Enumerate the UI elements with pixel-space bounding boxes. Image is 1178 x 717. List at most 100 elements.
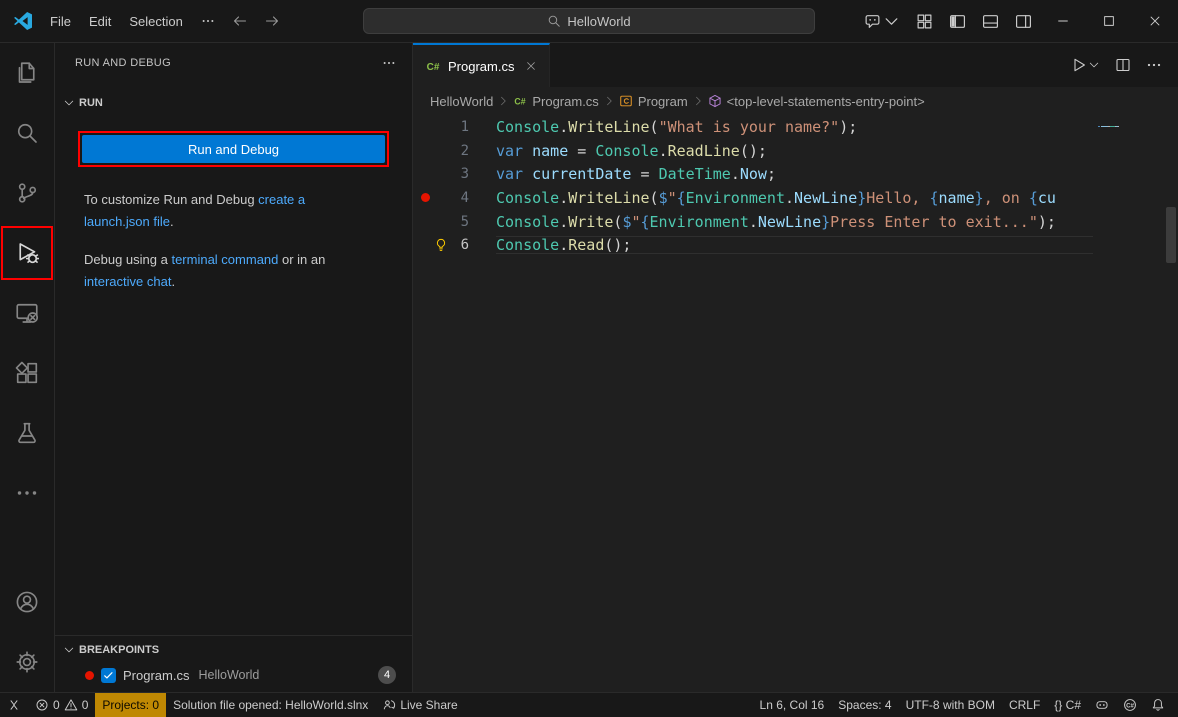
menu-file[interactable]: File (41, 8, 80, 34)
tab-program-cs[interactable]: C# Program.cs (413, 43, 550, 87)
editor-scrollbar-thumb[interactable] (1166, 207, 1176, 263)
toggle-panel-button[interactable] (974, 0, 1007, 42)
activity-item-run-and-debug[interactable] (0, 223, 54, 283)
main-row: RUN AND DEBUG RUN Run and Debug To custo… (0, 43, 1178, 692)
status-cursor-position[interactable]: Ln 6, Col 16 (753, 693, 832, 717)
breakpoints-section-label: BREAKPOINTS (79, 644, 159, 656)
status-encoding[interactable]: UTF-8 with BOM (899, 693, 1002, 717)
status-copilot[interactable] (1088, 693, 1116, 717)
code-text: Console.WriteLine($"{Environment.NewLine… (496, 189, 1093, 207)
breakpoint-row[interactable]: Program.cs HelloWorld 4 (55, 662, 412, 688)
activity-bar-top (0, 43, 54, 523)
code-text: Console.Write($"{Environment.NewLine}Pre… (496, 213, 1093, 231)
activity-item-testing[interactable] (0, 403, 54, 463)
activity-item-settings[interactable] (0, 632, 54, 692)
run-or-debug-button[interactable] (1071, 57, 1100, 73)
minimize-icon (1056, 14, 1070, 28)
menu-selection[interactable]: Selection (120, 8, 191, 34)
menu-more[interactable] (192, 8, 224, 34)
warning-icon (64, 698, 78, 712)
status-language-mode[interactable]: {} C# (1047, 693, 1088, 717)
breadcrumb-1[interactable]: HelloWorld (430, 94, 493, 109)
toggle-primary-sidebar-button[interactable] (941, 0, 974, 42)
line-number: 6 (451, 237, 469, 253)
close-icon (1148, 14, 1162, 28)
status-solution[interactable]: Solution file opened: HelloWorld.slnx (166, 693, 375, 717)
panel-bottom-icon (982, 13, 999, 30)
tab-close-icon[interactable] (525, 60, 537, 72)
files-icon (15, 61, 39, 85)
symbol-class-icon (619, 94, 633, 108)
back-arrow-icon (232, 13, 248, 29)
search-icon (547, 14, 561, 28)
window-minimize-button[interactable] (1040, 0, 1086, 42)
status-problems[interactable]: 00 (28, 693, 95, 717)
toggle-secondary-sidebar-button[interactable] (1007, 0, 1040, 42)
activity-item-source-control[interactable] (0, 163, 54, 223)
status-csharp-status[interactable]: C# (1116, 693, 1144, 717)
status-projects[interactable]: Projects: 0 (95, 693, 166, 717)
breakpoints-section: BREAKPOINTS Program.cs HelloWorld 4 (55, 635, 412, 692)
code-line-2[interactable]: 2var name = Console.ReadLine(); (413, 139, 1093, 163)
code-line-3[interactable]: 3var currentDate = DateTime.Now; (413, 162, 1093, 186)
command-center-search[interactable]: HelloWorld (363, 8, 815, 34)
status-notifications[interactable] (1144, 693, 1172, 717)
activity-item-accounts[interactable] (0, 572, 54, 632)
status-live-share[interactable]: Live Share (375, 693, 464, 717)
remote-indicator-icon (7, 698, 21, 712)
titlebar: FileEditSelection HelloWorld (0, 0, 1178, 43)
nav-back-button[interactable] (224, 13, 256, 29)
breakpoint-file-label: Program.cs (123, 668, 189, 683)
line-number: 5 (451, 214, 469, 230)
breadcrumb-2[interactable]: C#Program.cs (513, 94, 598, 109)
breakpoint-checkbox[interactable] (101, 668, 116, 683)
breadcrumb-4[interactable]: <top-level-statements-entry-point> (708, 94, 925, 109)
status-remote[interactable] (0, 693, 28, 717)
run-section-header[interactable]: RUN (55, 91, 412, 115)
activity-bar (0, 43, 55, 692)
window-maximize-button[interactable] (1086, 0, 1132, 42)
error-icon (35, 698, 49, 712)
code-editor[interactable]: 1Console.WriteLine("What is your name?")… (413, 115, 1178, 692)
check-icon (103, 670, 114, 681)
code-line-1[interactable]: 1Console.WriteLine("What is your name?")… (413, 115, 1093, 139)
breadcrumb-3[interactable]: Program (619, 94, 688, 109)
code-line-5[interactable]: 5 Console.Write($"{Environment.NewLine}Pr… (413, 210, 1093, 234)
run-button-container: Run and Debug (82, 135, 385, 163)
more-actions-icon[interactable] (1146, 57, 1162, 73)
status-indentation[interactable]: Spaces: 4 (831, 693, 898, 717)
views-more-actions-icon[interactable] (382, 56, 396, 70)
chat-icon (864, 13, 881, 30)
gutter-breakpoint-slot[interactable] (419, 193, 431, 202)
panel-right-icon (1015, 13, 1032, 30)
code-line-4[interactable]: 4 Console.WriteLine($"{Environment.NewLin… (413, 186, 1093, 210)
window-close-button[interactable] (1132, 0, 1178, 42)
layout-grid-icon (916, 13, 933, 30)
activity-item-more-views[interactable] (0, 463, 54, 523)
line-number: 4 (451, 190, 469, 206)
status-eol[interactable]: CRLF (1002, 693, 1047, 717)
chevron-down-icon (883, 13, 900, 30)
status-bar-left: 00Projects: 0Solution file opened: Hello… (0, 693, 465, 717)
activity-item-extensions[interactable] (0, 343, 54, 403)
csharp-file-icon: C# (425, 58, 441, 74)
terminal-command-link[interactable]: terminal command (171, 252, 278, 267)
nav-forward-button[interactable] (256, 13, 288, 29)
debug-hint-text: Debug using a terminal command or in an … (84, 249, 364, 293)
tab-bar: C# Program.cs (413, 43, 1178, 87)
code-line-6[interactable]: 6Console.Read(); (413, 233, 1093, 257)
minimap[interactable] (1098, 117, 1164, 136)
activity-item-remote-explorer[interactable] (0, 283, 54, 343)
customize-layout-button[interactable] (908, 0, 941, 42)
activity-item-search[interactable] (0, 103, 54, 163)
code-text: var currentDate = DateTime.Now; (496, 165, 1093, 183)
activity-item-explorer[interactable] (0, 43, 54, 103)
menu-edit[interactable]: Edit (80, 8, 120, 34)
svg-text:C#: C# (1126, 702, 1134, 709)
copilot-chat-button[interactable] (856, 0, 908, 42)
breakpoints-section-header[interactable]: BREAKPOINTS (55, 638, 412, 662)
status-text: Ln 6, Col 16 (760, 698, 825, 712)
run-and-debug-button[interactable]: Run and Debug (82, 135, 385, 163)
interactive-chat-link[interactable]: interactive chat (84, 274, 171, 289)
split-editor-icon[interactable] (1115, 57, 1131, 73)
